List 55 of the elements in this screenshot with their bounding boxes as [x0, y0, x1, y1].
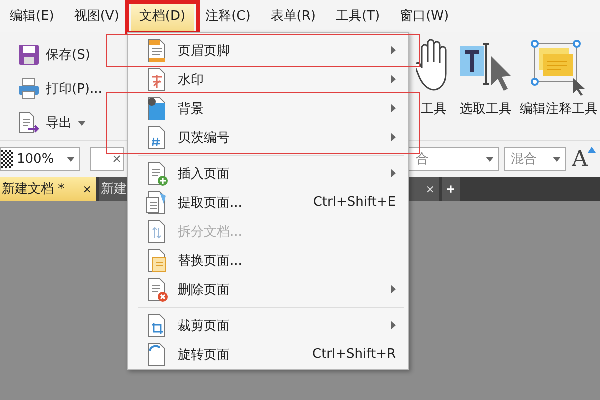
- menu-item[interactable]: 注释(C): [198, 0, 259, 32]
- document-tab[interactable]: 新建文档 * ×: [0, 177, 96, 201]
- menu-item[interactable]: 替换页面...: [128, 246, 408, 275]
- rotate-page-icon: [146, 342, 168, 366]
- menu-item[interactable]: 页眉页脚: [128, 36, 408, 65]
- menu-item[interactable]: 背景: [128, 94, 408, 123]
- page-delete-icon: [146, 278, 168, 302]
- submenu-arrow-icon: [391, 133, 396, 142]
- menu-item[interactable]: 编辑(E): [2, 0, 62, 32]
- submenu-arrow-icon: [391, 46, 396, 55]
- checkerboard-icon: [1, 150, 13, 168]
- crop-page-icon: [146, 314, 168, 338]
- export-page-icon: [18, 112, 40, 134]
- caret-icon: [78, 120, 86, 126]
- caret-icon: [67, 156, 75, 162]
- printer-icon: [18, 78, 40, 100]
- menu-item[interactable]: 水印: [128, 65, 408, 94]
- menu-item[interactable]: 旋转页面 Ctrl+Shift+R: [128, 340, 408, 369]
- zoom-dropdown[interactable]: 100%: [0, 147, 80, 171]
- split-document-icon: [146, 220, 168, 244]
- page-add-icon: [146, 162, 168, 186]
- tool-button[interactable]: 编辑注释工具: [520, 38, 598, 140]
- submenu-arrow-icon: [391, 285, 396, 294]
- menu-item[interactable]: 视图(V): [66, 0, 128, 32]
- submenu-arrow-icon: [391, 75, 396, 84]
- input-field[interactable]: [90, 147, 124, 171]
- menu-item[interactable]: 表单(R): [262, 0, 324, 32]
- numbered-page-icon: [146, 126, 168, 150]
- toolbar-button[interactable]: 保存(S): [18, 40, 118, 70]
- watermark-icon: [146, 68, 168, 92]
- new-tab-button[interactable]: +: [442, 177, 460, 201]
- submenu-arrow-icon: [391, 104, 396, 113]
- close-icon[interactable]: ×: [82, 182, 92, 196]
- close-icon[interactable]: ×: [426, 182, 435, 196]
- menu-item[interactable]: 工具(T): [328, 0, 388, 32]
- tool-button[interactable]: 选取工具: [458, 38, 514, 140]
- menu-item[interactable]: 删除页面: [128, 275, 408, 304]
- menu-item[interactable]: 窗口(W): [392, 0, 458, 32]
- pages-icon: [146, 190, 168, 214]
- menu-item[interactable]: 提取页面... Ctrl+Shift+E: [128, 188, 408, 217]
- blend-dropdown[interactable]: 混合: [504, 147, 566, 171]
- submenu-arrow-icon: [391, 169, 396, 178]
- background-icon: [146, 96, 168, 120]
- close-icon: [113, 155, 121, 163]
- menu-item[interactable]: 裁剪页面: [128, 311, 408, 340]
- header-footer-icon: [146, 38, 168, 62]
- caret-icon: [553, 156, 562, 162]
- tool-button[interactable]: 工具: [416, 38, 452, 140]
- triangle-up-icon: [588, 146, 596, 152]
- submenu-arrow-icon: [391, 321, 396, 330]
- page-swap-icon: [146, 248, 168, 272]
- toolbar-button[interactable]: 导出: [18, 108, 118, 138]
- caret-icon: [486, 156, 494, 162]
- toolbar-button[interactable]: 打印(P)...: [18, 74, 118, 104]
- font-size-button[interactable]: A: [572, 146, 596, 172]
